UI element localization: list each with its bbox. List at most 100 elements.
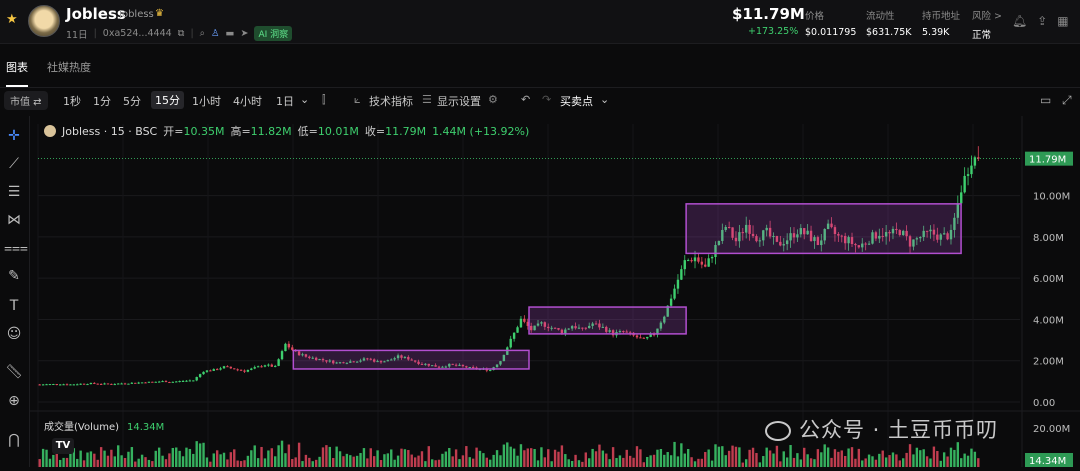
price-chart[interactable]: 10.00M 8.00M 6.00M 4.00M 2.00M 0.00 11.79M 20.0…	[30, 116, 1080, 467]
volume-bar	[379, 460, 383, 467]
volume-bar	[789, 445, 792, 467]
volume-bar	[89, 451, 93, 467]
volume-bar	[448, 448, 451, 467]
fullscreen-window-icon[interactable]: ▭	[1040, 93, 1051, 107]
bell-icon[interactable]: 🔔︎	[1012, 14, 1027, 28]
volume-bar	[570, 461, 574, 467]
candle-body	[181, 380, 185, 382]
volume-bar	[270, 448, 273, 467]
trendline-icon[interactable]: ⟋	[4, 154, 24, 174]
volume-bar	[485, 457, 489, 467]
settings-gear-icon[interactable]: ⚙	[488, 93, 498, 106]
tf-5m[interactable]: 5分	[123, 93, 141, 109]
brush-icon[interactable]: ✎	[4, 266, 24, 286]
volume-bar	[383, 454, 386, 467]
volume-bar	[396, 455, 400, 467]
volume-bar	[659, 448, 663, 467]
volume-bar	[803, 447, 806, 467]
tf-1h[interactable]: 1小时	[192, 93, 221, 109]
share-icon[interactable]: ⇪	[1037, 14, 1047, 28]
tf-more-chevron-icon[interactable]: ⌄	[300, 93, 309, 106]
expand-icon[interactable]: ⤢	[1062, 93, 1072, 108]
user-icon[interactable]: ♙	[211, 28, 220, 39]
y-tick-label: 0.00	[1033, 398, 1055, 409]
candle-body	[140, 382, 144, 384]
tf-1s[interactable]: 1秒	[63, 93, 81, 109]
crosshair-icon[interactable]: ✛	[4, 126, 24, 146]
redo-icon[interactable]: ↷	[542, 93, 551, 106]
volume-bar	[205, 457, 209, 467]
volume-bar	[434, 460, 437, 467]
candle-body	[274, 365, 277, 367]
fib-icon[interactable]: ⩶	[4, 238, 28, 258]
volume-bar	[134, 461, 137, 467]
tf-1m[interactable]: 1分	[93, 93, 111, 109]
volume-bar	[680, 443, 683, 467]
volume-bar	[755, 453, 758, 467]
ruler-icon[interactable]: 📏︎	[4, 362, 24, 382]
mcap-toggle[interactable]: 市值 ⇄	[4, 91, 48, 110]
volume-bar	[287, 444, 291, 467]
volume-bar	[540, 447, 543, 467]
stat-holders: 持币地址 5.39K	[922, 11, 961, 38]
volume-bar	[352, 456, 355, 467]
candle-body	[127, 383, 130, 385]
candle-body	[45, 384, 48, 386]
volume-bar	[233, 449, 236, 467]
buysell-points-button[interactable]: 买卖点	[560, 93, 593, 109]
volume-bar	[768, 450, 772, 467]
buysell-chevron-icon[interactable]: ⌄	[600, 93, 609, 106]
search-icon[interactable]: ⌕	[200, 28, 205, 39]
card-icon[interactable]: ▬	[226, 28, 235, 39]
tab-chart[interactable]: 图表	[6, 59, 28, 87]
indicators-button[interactable]: 技术指标	[369, 93, 413, 109]
volume-axis-label: 20.00M	[1033, 424, 1070, 435]
telegram-icon[interactable]: ➤	[241, 28, 249, 39]
y-tick-label: 8.00M	[1033, 233, 1064, 244]
candle-body	[287, 343, 291, 348]
volume-bar	[140, 454, 144, 467]
volume-bar	[939, 460, 942, 467]
display-settings-button[interactable]: 显示设置	[437, 93, 481, 109]
volume-bar	[291, 459, 294, 467]
stat-risk[interactable]: 风险 > 正常	[972, 8, 1002, 41]
tf-4h[interactable]: 4小时	[233, 93, 262, 109]
tradingview-logo[interactable]: TV	[52, 438, 74, 454]
grid-icon[interactable]: ▦	[1057, 14, 1068, 28]
volume-bar	[707, 449, 710, 467]
volume-bar	[960, 458, 963, 467]
volume-bar	[277, 445, 280, 467]
tab-social-heat[interactable]: 社媒热度	[47, 59, 91, 75]
volume-bar	[905, 452, 908, 467]
volume-bar	[854, 458, 857, 467]
volume-bar	[884, 457, 888, 467]
volume-bar	[471, 458, 475, 467]
emoji-icon[interactable]: ☺	[4, 324, 24, 344]
volume-bar	[765, 447, 768, 467]
volume-bar	[222, 452, 226, 467]
zoom-in-icon[interactable]: ⊕	[4, 391, 24, 411]
favorite-star-icon[interactable]: ★	[6, 12, 18, 27]
y-tick-label: 10.00M	[1033, 192, 1070, 203]
volume-bar	[52, 454, 55, 467]
candle-type-icon[interactable]: ⫿	[322, 93, 326, 107]
volume-bar	[468, 457, 471, 467]
copy-icon[interactable]: ⧉	[178, 28, 185, 39]
undo-icon[interactable]: ↶	[521, 93, 530, 106]
text-tool-icon[interactable]: T	[4, 296, 24, 316]
volume-bar	[618, 455, 622, 467]
tf-15m[interactable]: 15分	[151, 91, 184, 109]
magnet-icon[interactable]: ⋂	[4, 430, 24, 450]
ai-insight-badge[interactable]: AI 洞察	[254, 26, 293, 41]
volume-bar	[519, 444, 523, 467]
horizontal-lines-icon[interactable]: ☰	[4, 182, 24, 202]
pattern-icon[interactable]: ⋈	[4, 210, 24, 230]
volume-bar	[86, 452, 89, 467]
top-actions: 🔔︎ ⇪ ▦	[1012, 14, 1069, 28]
candle-body	[676, 279, 680, 289]
volume-bar	[168, 453, 171, 467]
indicator-icon: ⟀	[354, 93, 361, 106]
tf-1d[interactable]: 1日	[276, 93, 294, 109]
volume-bar	[915, 447, 919, 467]
candle-body	[243, 370, 246, 372]
